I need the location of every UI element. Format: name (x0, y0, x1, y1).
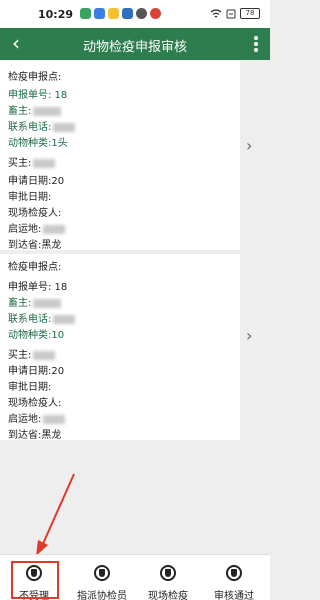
field-origin: 启运地: (8, 220, 66, 235)
field-approve-date: 审批日期: (8, 192, 52, 203)
field-apply-date: 申请日期:20 (8, 366, 65, 377)
field-order-number: 申报单号: 18 (8, 282, 68, 293)
status-bar: 10:29 78 (0, 0, 270, 28)
clock-app-icon (136, 8, 147, 19)
status-right: 78 (210, 8, 260, 19)
approve-label: 审核通过 (214, 591, 254, 600)
card-content: 检疫申报点: 申报单号: 18 畜主: 联系电话: 动物种类:10 买主: 申请… (0, 254, 240, 440)
field-phone: 联系电话: (8, 310, 76, 325)
field-phone: 联系电话: (8, 118, 76, 133)
assign-assistant-label: 指派协检员 (77, 591, 127, 600)
annotation-arrow (36, 473, 75, 556)
app-header: ‹ 动物检疫申报审核 (0, 28, 270, 60)
wifi-icon (210, 8, 222, 17)
onsite-inspection-label: 现场检疫 (148, 591, 188, 600)
field-order-number: 申报单号: 18 (8, 90, 68, 101)
red-app-icon (150, 8, 161, 19)
yellow-app-icon (108, 8, 119, 19)
shield-icon (94, 565, 110, 581)
field-inspector: 现场检疫人: (8, 208, 62, 219)
field-animal-type: 动物种类:10 (8, 330, 65, 341)
card-side-strip (240, 60, 270, 250)
assign-assistant-button[interactable]: 指派协检员 (70, 565, 134, 600)
chevron-right-icon[interactable]: › (246, 326, 252, 345)
field-origin: 启运地: (8, 410, 66, 425)
card-content: 检疫申报点: 申报单号: 18 畜主: 联系电话: 动物种类:1头 买主: 申请… (0, 60, 240, 250)
shield-icon (160, 565, 176, 581)
application-card[interactable]: 检疫申报点: 申报单号: 18 畜主: 联系电话: 动物种类:10 买主: 申请… (0, 254, 270, 440)
field-quarantine-point: 检疫申报点: (8, 72, 62, 83)
onsite-inspection-button[interactable]: 现场检疫 (136, 565, 200, 600)
field-owner: 畜主: (8, 294, 62, 309)
battery-icon: 78 (240, 8, 260, 19)
more-menu-icon[interactable] (254, 36, 258, 52)
field-inspector: 现场检疫人: (8, 398, 62, 409)
field-buyer: 买主: (8, 346, 56, 361)
field-destination: 到达省:黑龙 (8, 240, 62, 250)
card-side-strip (240, 254, 270, 440)
chevron-right-icon[interactable]: › (246, 136, 252, 155)
field-apply-date: 申请日期:20 (8, 176, 65, 187)
annotation-highlight-box (11, 561, 59, 599)
field-approve-date: 审批日期: (8, 382, 52, 393)
shield-icon (226, 565, 242, 581)
field-buyer: 买主: (8, 154, 56, 169)
status-time: 10:29 (38, 8, 74, 21)
field-owner: 畜主: (8, 102, 62, 117)
field-quarantine-point: 检疫申报点: (8, 262, 62, 273)
field-destination: 到达省:黑龙 (8, 430, 62, 440)
camera-app-icon (122, 8, 133, 19)
notification-icons (80, 8, 161, 19)
green-app-icon (80, 8, 91, 19)
blue-app-icon (94, 8, 105, 19)
field-animal-type: 动物种类:1头 (8, 138, 68, 149)
page-title: 动物检疫申报审核 (82, 40, 187, 55)
approve-button[interactable]: 审核通过 (202, 565, 266, 600)
application-card[interactable]: 检疫申报点: 申报单号: 18 畜主: 联系电话: 动物种类:1头 买主: 申请… (0, 60, 270, 250)
sim-icon (226, 9, 236, 18)
